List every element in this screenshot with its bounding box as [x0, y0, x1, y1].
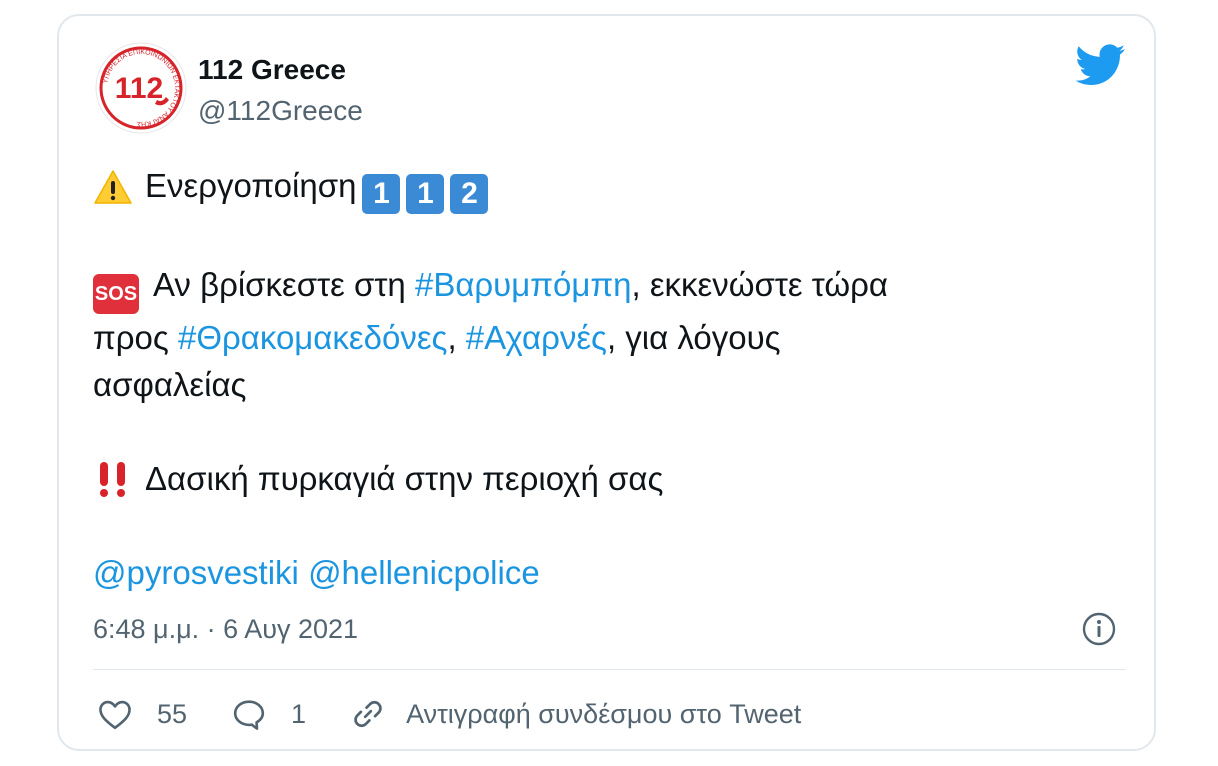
line-activation: Ενεργοποίηση 1 1 2 — [93, 162, 1113, 214]
like-button[interactable]: 55 — [97, 698, 187, 730]
tweet-text: Ενεργοποίηση 1 1 2 SOS Αν βρίσκεστε στη #Βαρ… — [93, 162, 1113, 596]
activation-text: Ενεργοποίηση — [145, 167, 357, 204]
text-segment: Αν βρίσκεστε στη — [153, 266, 415, 303]
text-segment: , εκκενώστε τώρα — [631, 266, 889, 303]
line-destinations: προς #Θρακομακεδόνες, #Αχαρνές, για λόγο… — [93, 314, 1113, 361]
text-segment: , — [447, 319, 466, 356]
hashtag-varympompi[interactable]: #Βαρυμπόμπη — [415, 266, 632, 303]
sos-icon: SOS — [93, 274, 139, 314]
text-segment: προς — [93, 319, 178, 356]
112-logo-icon: ΥΠΗΡΕΣΙΑ ΕΠΙΚΟΙΝΩΝΙΩΝ ΕΚΤΑΚΤΟΥ ΑΝΑΓΚΗΣ 1… — [95, 42, 187, 134]
twitter-bird-icon[interactable] — [1076, 44, 1126, 86]
keycap-2: 2 — [450, 174, 489, 214]
author-name[interactable]: 112 Greece — [198, 54, 346, 86]
info-icon[interactable] — [1082, 612, 1116, 646]
copy-link-button[interactable]: Αντιγραφή συνδέσμου στο Tweet — [350, 697, 801, 731]
mention-hellenicpolice[interactable]: @hellenicpolice — [308, 554, 540, 591]
tweet-card: ΥΠΗΡΕΣΙΑ ΕΠΙΚΟΙΝΩΝΙΩΝ ΕΚΤΑΚΤΟΥ ΑΝΑΓΚΗΣ 1… — [57, 14, 1156, 751]
divider — [93, 669, 1125, 670]
reply-count: 1 — [291, 698, 307, 729]
fire-text: Δασική πυρκαγιά στην περιοχή σας — [145, 460, 664, 497]
line-safety: ασφαλείας — [93, 366, 247, 403]
heart-icon — [99, 700, 131, 730]
action-bar: 55 1 Αντιγραφή συνδέσμου στο Tweet — [97, 692, 845, 736]
reply-button[interactable]: 1 — [231, 698, 306, 730]
reply-bubble-icon — [233, 700, 265, 730]
like-count: 55 — [157, 698, 188, 729]
avatar[interactable]: ΥΠΗΡΕΣΙΑ ΕΠΙΚΟΙΝΩΝΙΩΝ ΕΚΤΑΚΤΟΥ ΑΝΑΓΚΗΣ 1… — [95, 42, 187, 134]
text-segment: , για λόγους — [606, 319, 781, 356]
keycap-1: 1 — [362, 174, 401, 214]
line-evacuate: SOS Αν βρίσκεστε στη #Βαρυμπόμπη, εκκενώσ… — [93, 261, 1113, 314]
warning-icon — [94, 170, 132, 204]
double-exclamation-icon — [100, 462, 125, 497]
hashtag-acharnes[interactable]: #Αχαρνές — [466, 319, 607, 356]
avatar-number: 112 — [115, 72, 163, 105]
keycap-1: 1 — [406, 174, 445, 214]
mentions-line: @pyrosvestiki @hellenicpolice — [93, 549, 1113, 596]
author-handle[interactable]: @112Greece — [198, 95, 363, 127]
link-icon — [354, 700, 382, 728]
hashtag-thrakomakedones[interactable]: #Θρακομακεδόνες — [178, 319, 447, 356]
line-fire: Δασική πυρκαγιά στην περιοχή σας — [93, 455, 1113, 502]
tweet-timestamp[interactable]: 6:48 μ.μ. · 6 Αυγ 2021 — [93, 614, 358, 645]
copy-link-label: Αντιγραφή συνδέσμου στο Tweet — [406, 698, 802, 729]
mention-pyrosvestiki[interactable]: @pyrosvestiki — [93, 554, 299, 591]
